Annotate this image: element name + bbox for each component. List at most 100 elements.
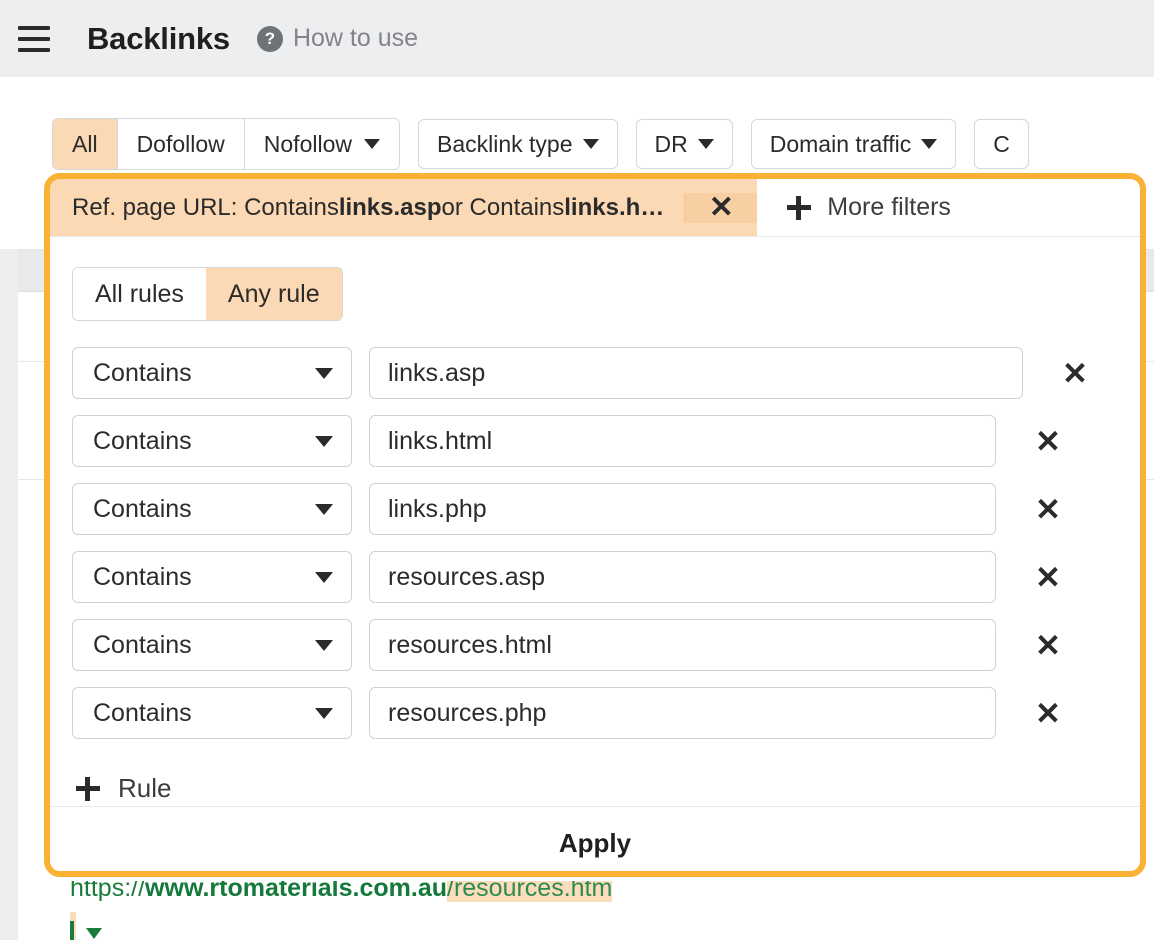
filter-toolbar-row: All Dofollow Nofollow Backlink type DR — [52, 118, 1029, 170]
follow-type-segmented-control: All Dofollow Nofollow — [52, 118, 400, 170]
chip-prefix: Ref. page URL: Contains — [72, 194, 339, 222]
rule-row: Contains links.asp ✕ — [72, 347, 1140, 399]
add-rule-label: Rule — [118, 773, 171, 804]
chevron-down-icon — [698, 139, 714, 149]
remove-rule-button[interactable]: ✕ — [1018, 698, 1078, 729]
text-cursor-icon — [70, 921, 74, 940]
rule-value-text: links.asp — [388, 359, 485, 388]
chevron-down-icon — [364, 139, 380, 149]
rule-operator-label: Contains — [93, 495, 192, 524]
page-left-gutter — [0, 249, 18, 940]
remove-rule-button[interactable]: ✕ — [1018, 562, 1078, 593]
chevron-down-icon — [921, 139, 937, 149]
segment-dofollow[interactable]: Dofollow — [118, 119, 245, 169]
backlinks-page: Backlinks ? How to use All Dofollow Nofo… — [0, 0, 1154, 940]
active-filter-chip-label: Ref. page URL: Contains links.asp or Con… — [50, 194, 684, 222]
segment-all[interactable]: All — [53, 119, 118, 169]
filter-dr[interactable]: DR — [636, 119, 733, 169]
chevron-down-icon — [583, 139, 599, 149]
plus-icon — [76, 777, 100, 801]
rule-mode-all-rules[interactable]: All rules — [73, 268, 206, 320]
chevron-down-icon — [315, 708, 333, 719]
plus-icon — [787, 196, 811, 220]
close-x-icon: ✕ — [709, 193, 734, 223]
chevron-down-icon — [315, 368, 333, 379]
filter-dr-label: DR — [655, 131, 688, 158]
hamburger-icon[interactable] — [18, 26, 50, 52]
close-x-icon: ✕ — [1062, 358, 1088, 389]
rule-mode-any-rule[interactable]: Any rule — [206, 268, 342, 320]
more-filters-button[interactable]: More filters — [757, 179, 977, 236]
rule-mode-all-rules-label: All rules — [95, 280, 184, 309]
close-x-icon: ✕ — [1035, 562, 1061, 593]
remove-rule-button[interactable]: ✕ — [1045, 358, 1105, 389]
active-filter-chip[interactable]: Ref. page URL: Contains links.asp or Con… — [50, 179, 757, 236]
chip-value-1: links.asp — [339, 194, 442, 222]
rule-row: Contains links.html ✕ — [72, 415, 1140, 467]
rule-value-input[interactable]: links.php — [369, 483, 996, 535]
url-expander-row[interactable] — [70, 912, 612, 940]
rule-operator-label: Contains — [93, 631, 192, 660]
chevron-down-icon — [315, 504, 333, 515]
filter-clipped-label: C — [993, 131, 1010, 158]
rule-operator-select[interactable]: Contains — [72, 551, 352, 603]
rule-row: Contains resources.html ✕ — [72, 619, 1140, 671]
segment-dofollow-label: Dofollow — [137, 131, 225, 158]
rule-value-text: links.html — [388, 427, 492, 456]
rule-operator-select[interactable]: Contains — [72, 347, 352, 399]
rule-row: Contains resources.php ✕ — [72, 687, 1140, 739]
chevron-down-icon — [315, 436, 333, 447]
chip-value-2: links.h… — [564, 194, 664, 222]
rule-operator-label: Contains — [93, 699, 192, 728]
filter-domain-traffic[interactable]: Domain traffic — [751, 119, 956, 169]
rule-value-text: resources.html — [388, 631, 552, 660]
filter-clipped[interactable]: C — [974, 119, 1029, 169]
rule-value-input[interactable]: resources.php — [369, 687, 996, 739]
rule-operator-select[interactable]: Contains — [72, 687, 352, 739]
rule-operator-label: Contains — [93, 427, 192, 456]
rule-value-text: resources.php — [388, 699, 546, 728]
rule-value-text: resources.asp — [388, 563, 545, 592]
rule-row: Contains resources.asp ✕ — [72, 551, 1140, 603]
url-cursor-highlight — [70, 912, 76, 940]
remove-rule-button[interactable]: ✕ — [1018, 426, 1078, 457]
how-to-use-link[interactable]: ? How to use — [257, 24, 418, 53]
question-mark-icon: ? — [257, 26, 283, 52]
rule-operator-select[interactable]: Contains — [72, 619, 352, 671]
chevron-down-icon — [315, 572, 333, 583]
remove-filter-button[interactable]: ✕ — [684, 193, 757, 223]
rule-value-input[interactable]: resources.html — [369, 619, 996, 671]
rule-value-input[interactable]: resources.asp — [369, 551, 996, 603]
rule-operator-label: Contains — [93, 563, 192, 592]
rule-operator-select[interactable]: Contains — [72, 483, 352, 535]
close-x-icon: ✕ — [1035, 698, 1061, 729]
filter-domain-traffic-label: Domain traffic — [770, 131, 911, 158]
app-header: Backlinks ? How to use — [0, 0, 1154, 77]
close-x-icon: ✕ — [1035, 494, 1061, 525]
remove-rule-button[interactable]: ✕ — [1018, 630, 1078, 661]
rule-operator-label: Contains — [93, 359, 192, 388]
apply-button[interactable]: Apply — [553, 827, 637, 860]
rule-value-input[interactable]: links.asp — [369, 347, 1023, 399]
rule-operator-select[interactable]: Contains — [72, 415, 352, 467]
chevron-down-icon[interactable] — [86, 928, 102, 939]
ref-page-url-filter-panel: Ref. page URL: Contains links.asp or Con… — [50, 179, 1140, 871]
filter-backlink-type[interactable]: Backlink type — [418, 119, 618, 169]
segment-nofollow-label: Nofollow — [264, 131, 352, 158]
add-rule-button[interactable]: Rule — [76, 773, 171, 804]
rule-builder-body: All rules Any rule Contains links.asp — [50, 237, 1140, 806]
close-x-icon: ✕ — [1035, 630, 1061, 661]
referring-page-url[interactable]: https://www.rtomaterials.com.au/resource… — [70, 870, 612, 940]
segment-nofollow[interactable]: Nofollow — [245, 119, 399, 169]
close-x-icon: ✕ — [1035, 426, 1061, 457]
how-to-use-label: How to use — [293, 24, 418, 53]
rule-mode-any-rule-label: Any rule — [228, 280, 320, 309]
rule-builder-footer: Apply — [50, 806, 1140, 881]
rule-builder-dropdown: All rules Any rule Contains links.asp — [50, 236, 1140, 871]
page-title: Backlinks — [87, 21, 230, 57]
remove-rule-button[interactable]: ✕ — [1018, 494, 1078, 525]
rule-mode-toggle: All rules Any rule — [72, 267, 343, 321]
rule-value-input[interactable]: links.html — [369, 415, 996, 467]
rule-row: Contains links.php ✕ — [72, 483, 1140, 535]
chevron-down-icon — [315, 640, 333, 651]
